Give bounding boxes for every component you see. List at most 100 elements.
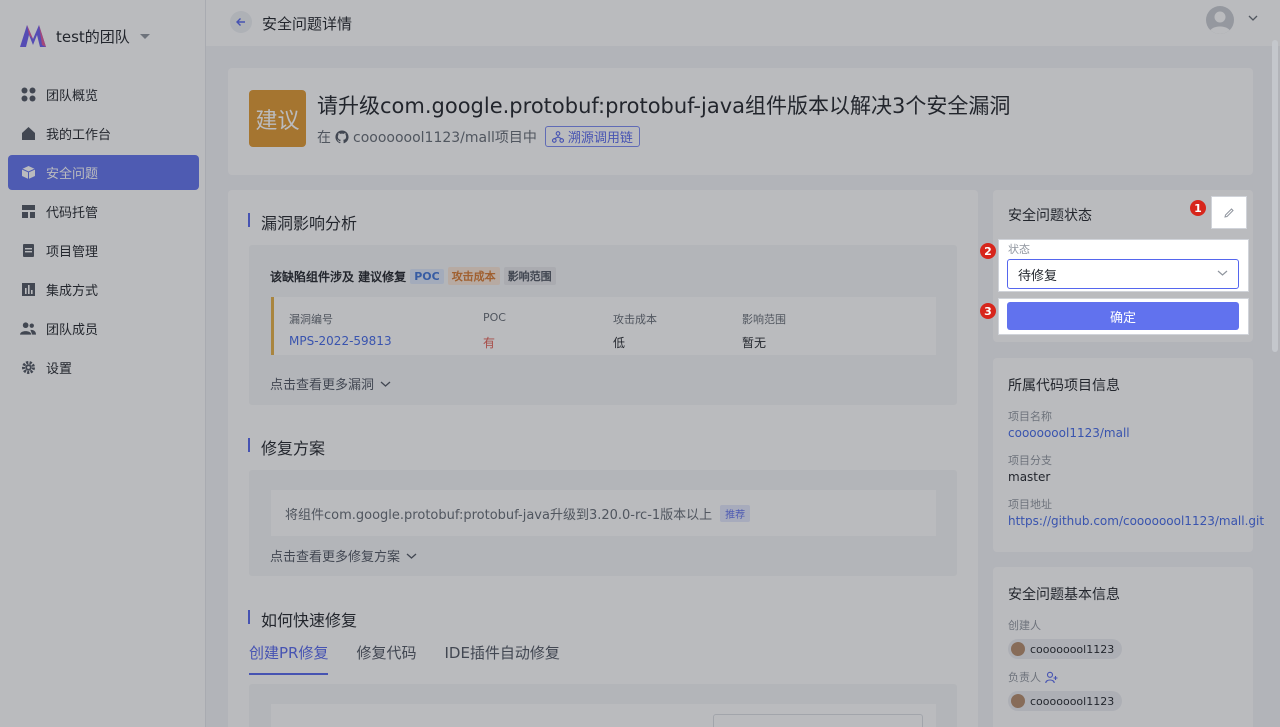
chart-icon [20,282,36,298]
pencil-icon [1224,207,1234,218]
avatar [1011,694,1025,708]
sidebar-item-label: 安全问题 [46,167,99,182]
basic-info-title: 安全问题基本信息 [1008,587,1120,603]
creator-label: 创建人 [1008,619,1041,632]
confirm-button[interactable]: 确定 [1007,302,1239,330]
sidebar-item-label: 项目管理 [46,245,99,260]
share-tree-icon [551,130,564,143]
main-content: 漏洞影响分析 该缺陷组件涉及 建议修复 POC 攻击成本 影响范围 漏洞编号 P… [228,190,978,727]
owner-label: 负责人 [1008,671,1041,684]
quick-fix-section-title: 如何快速修复 [248,607,357,631]
page-title: 安全问题详情 [262,15,353,33]
more-fixes-label: 点击查看更多修复方案 [270,550,401,565]
arrow-left-icon [236,18,245,26]
chevron-down-icon [406,553,417,559]
tab-ide-plugin[interactable]: IDE插件自动修复 [444,642,559,675]
creator-chip: coooooool1123 [1008,639,1123,659]
team-name: test的团队 [56,27,130,46]
more-vulns-link[interactable]: 点击查看更多漏洞 [270,374,391,393]
status-select[interactable]: 待修复 [1007,259,1239,289]
sidebar-item-label: 我的工作台 [46,128,112,143]
impact-section-title: 漏洞影响分析 [248,210,357,234]
tab-content-panel [271,704,936,727]
trace-call-chain-button[interactable]: 溯源调用链 [544,126,640,147]
project-name-label: 项目名称 [1008,410,1052,423]
fix-plan-row: 将组件com.google.protobuf:protobuf-java升级到3… [271,490,936,536]
grid-icon [20,87,36,103]
owner-chip: coooooool1123 [1008,691,1123,711]
edit-status-button[interactable] [1211,196,1247,229]
sidebar-item-overview[interactable]: 团队概览 [8,77,199,112]
issue-title: 请升级com.google.protobuf:protobuf-java组件版本… [317,94,1011,118]
back-button[interactable] [230,11,252,33]
severity-badge: 建议 [249,90,306,147]
home-icon [20,126,36,142]
impact-summary: 该缺陷组件涉及 建议修复 [270,269,407,284]
status-card-title: 安全问题状态 [1008,208,1092,224]
more-vulns-label: 点击查看更多漏洞 [270,378,375,393]
vuln-scope: 暂无 [742,336,767,350]
sidebar-item-security[interactable]: 安全问题 [8,155,199,190]
attack-cost-tag: 攻击成本 [447,267,500,285]
project-url-label: 项目地址 [1008,498,1052,511]
chevron-down-icon [1217,270,1228,276]
fix-tabs: 创建PR修复 修复代码 IDE插件自动修复 [249,642,560,675]
layout-icon [20,204,36,220]
chevron-down-icon [380,381,391,387]
project-name-link[interactable]: coooooool1123/mall [1008,426,1130,440]
sidebar-item-label: 团队概览 [46,89,99,104]
sidebar-item-projects[interactable]: 项目管理 [8,233,199,268]
issue-header: 建议 请升级com.google.protobuf:protobuf-java组… [228,68,1253,175]
vuln-id-link[interactable]: MPS-2022-59813 [289,334,392,348]
team-logo-icon [18,21,48,51]
sidebar-item-code-hosting[interactable]: 代码托管 [8,194,199,229]
repo-line: 在 coooooool1123/mall项目中 溯源调用链 [317,126,640,147]
topbar: 安全问题详情 [206,0,1280,46]
status-selected-value: 待修复 [1018,268,1058,284]
project-info-title: 所属代码项目信息 [1008,378,1120,394]
tab-fix-code[interactable]: 修复代码 [356,642,416,675]
creator-name: coooooool1123 [1030,642,1115,656]
more-fixes-link[interactable]: 点击查看更多修复方案 [270,546,417,565]
vuln-poc: 有 [483,336,496,350]
sidebar-item-label: 集成方式 [46,284,99,299]
sidebar-item-label: 团队成员 [46,323,99,338]
owner-name: coooooool1123 [1030,694,1115,708]
chevron-down-icon[interactable] [1248,14,1258,22]
clipboard-icon [20,243,36,259]
tab-create-pr[interactable]: 创建PR修复 [249,642,329,675]
vuln-cost: 低 [613,336,626,350]
sidebar-item-integration[interactable]: 集成方式 [8,272,199,307]
page-scrollbar[interactable] [1272,40,1278,352]
caret-down-icon [139,33,150,39]
gear-icon [20,360,36,376]
tab-content-input[interactable] [713,714,923,727]
owner-label-row: 负责人 [1008,669,1058,685]
project-info-card: 所属代码项目信息 项目名称 coooooool1123/mall 项目分支 ma… [993,358,1264,552]
add-user-icon[interactable] [1045,671,1058,684]
step-marker-1: 1 [1190,200,1206,216]
sidebar-item-members[interactable]: 团队成员 [8,311,199,346]
sidebar: test的团队 团队概览 我的工作台 安全问题 代码托管 项目管理 集成方式 团… [0,0,206,727]
fix-section-title: 修复方案 [248,435,325,459]
impact-box: 该缺陷组件涉及 建议修复 POC 攻击成本 影响范围 漏洞编号 POC 攻击成本… [249,245,957,405]
sidebar-item-label: 设置 [46,362,73,377]
vuln-table: 漏洞编号 POC 攻击成本 影响范围 MPS-2022-59813 有 低 暂无 [271,297,936,355]
user-avatar[interactable] [1206,6,1234,34]
tab-content [249,684,957,727]
project-url-link[interactable]: https://github.com/coooooool1123/mall.gi… [1008,514,1264,528]
column-header: 影响范围 [742,313,786,326]
step-marker-2: 2 [980,243,996,259]
basic-info-card: 安全问题基本信息 创建人 coooooool1123 负责人 coooooool… [993,567,1253,727]
sidebar-item-workbench[interactable]: 我的工作台 [8,116,199,151]
sidebar-item-settings[interactable]: 设置 [8,350,199,385]
team-switcher[interactable]: test的团队 [18,20,150,52]
impact-summary-line: 该缺陷组件涉及 建议修复 POC 攻击成本 影响范围 [270,267,556,285]
recommend-tag: 推荐 [720,504,751,522]
repo-name[interactable]: coooooool1123/mall项目中 [353,127,537,147]
column-header: POC [483,311,506,324]
poc-tag: POC [410,268,444,284]
project-branch-label: 项目分支 [1008,454,1052,467]
github-icon [335,129,349,143]
cube-icon [20,165,36,181]
